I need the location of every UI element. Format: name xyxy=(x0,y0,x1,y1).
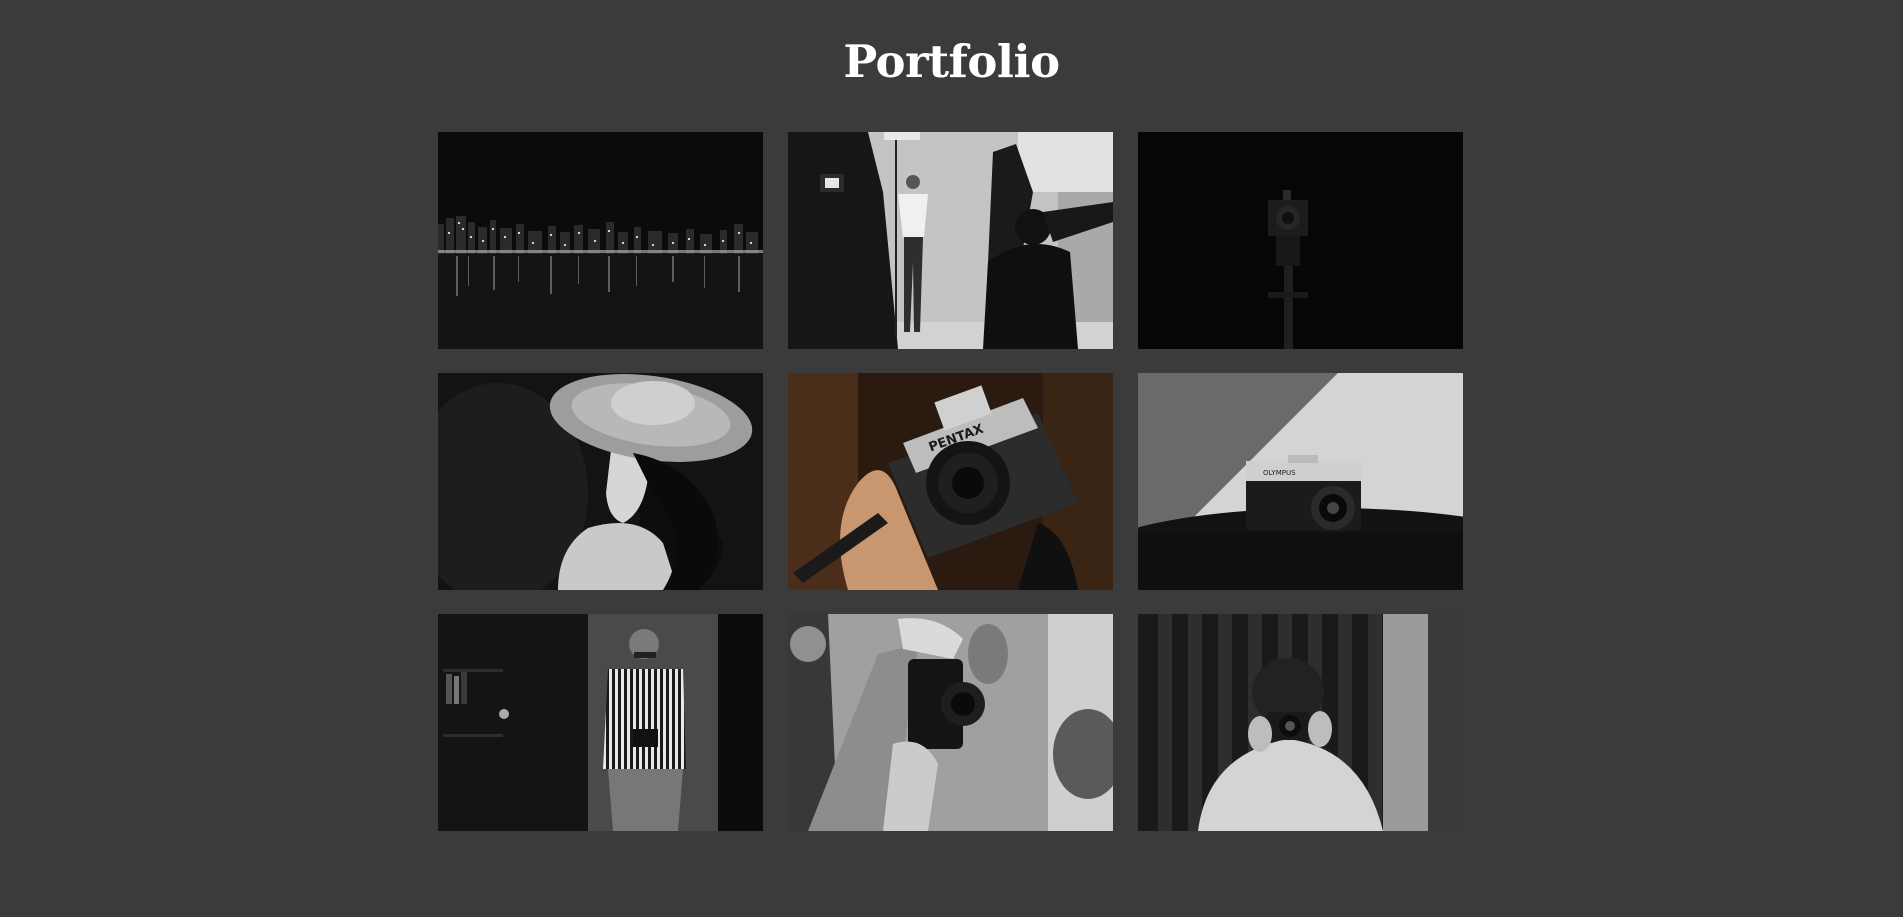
photo-man-in-striped-shirt-with-camera[interactable] xyxy=(438,614,763,831)
photo-city-skyline-night[interactable] xyxy=(438,132,763,349)
photo-photographer-hands-with-camera[interactable] xyxy=(788,614,1113,831)
pentax-camera-image: PENTAX xyxy=(788,373,1113,590)
woman-hat-image xyxy=(438,373,763,590)
page-title: Portfolio xyxy=(843,35,1060,88)
tripod-camera-image xyxy=(1138,132,1463,349)
photo-hand-holding-pentax-camera[interactable]: PENTAX xyxy=(788,373,1113,590)
photo-studio-fashion-shoot[interactable] xyxy=(788,132,1113,349)
vintage-camera-image: OLYMPUS xyxy=(1138,373,1463,590)
mirror-photo-image xyxy=(1138,614,1463,831)
studio-shoot-image xyxy=(788,132,1113,349)
photo-vintage-camera-on-table[interactable]: OLYMPUS xyxy=(1138,373,1463,590)
photo-camera-on-tripod-dark[interactable] xyxy=(1138,132,1463,349)
photographer-hands-image xyxy=(788,614,1113,831)
city-skyline-image xyxy=(438,132,763,349)
photo-woman-in-sun-hat[interactable] xyxy=(438,373,763,590)
olympus-brand-text: OLYMPUS xyxy=(1263,469,1296,477)
photo-person-taking-photo-mirror[interactable] xyxy=(1138,614,1463,831)
portfolio-gallery: PENTAX OLYMPUS xyxy=(438,132,1464,831)
striped-shirt-man-image xyxy=(438,614,763,831)
